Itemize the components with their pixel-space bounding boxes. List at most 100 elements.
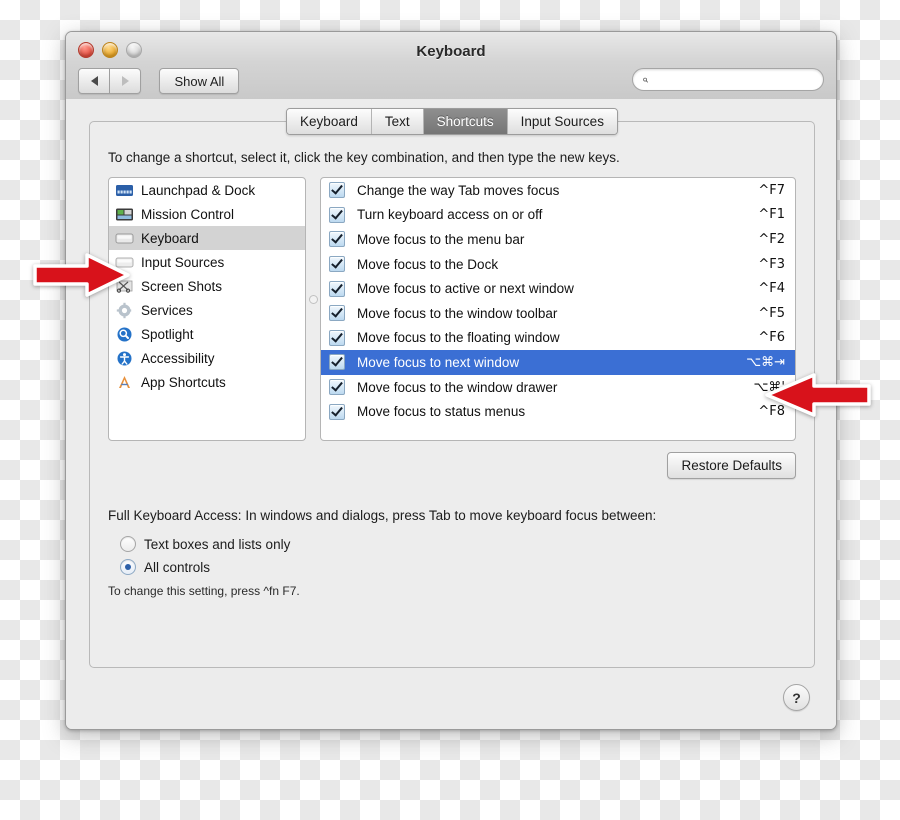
shortcuts-list[interactable]: Change the way Tab moves focus ^F7 Turn ke… <box>320 177 796 441</box>
shortcut-name: Move focus to status menus <box>357 404 526 420</box>
shortcut-name: Move focus to the Dock <box>357 256 499 272</box>
radio-all-controls[interactable]: All controls <box>120 559 210 575</box>
radio-label: Text boxes and lists only <box>144 536 291 552</box>
tab-text[interactable]: Text <box>371 109 424 134</box>
preferences-window: Keyboard Show All Keyboard Text Shortcut… <box>65 31 837 730</box>
sidebar-item-label: App Shortcuts <box>141 374 226 390</box>
sidebar-item-spotlight[interactable]: Spotlight <box>109 322 305 346</box>
window-body: Keyboard Text Shortcuts Input Sources To ch… <box>66 99 836 729</box>
tab-input-sources[interactable]: Input Sources <box>507 109 617 134</box>
shortcut-name: Move focus to the window drawer <box>357 379 558 395</box>
app-shortcuts-icon <box>119 375 130 388</box>
full-keyboard-access-label: Full Keyboard Access: In windows and dia… <box>108 508 657 523</box>
instructions-text: To change a shortcut, select it, click t… <box>108 150 620 165</box>
lists-area: Launchpad & Dock Mission Control Keyboard I… <box>108 177 796 441</box>
sidebar-item-label: Keyboard <box>141 230 199 246</box>
title-bar: Keyboard Show All <box>66 32 836 100</box>
nav-buttons <box>78 68 141 94</box>
shortcut-key-combination[interactable]: ⌥⌘⇥ <box>746 355 785 370</box>
shortcut-row-selected[interactable]: Move focus to next window ⌥⌘⇥ <box>321 350 795 375</box>
search-icon <box>643 77 648 82</box>
shortcut-key-combination[interactable]: ^F5 <box>758 306 785 321</box>
shortcut-checkbox[interactable] <box>329 182 345 199</box>
shortcut-name: Move focus to next window <box>357 354 520 370</box>
shortcut-checkbox[interactable] <box>329 403 345 420</box>
shortcut-row[interactable]: Turn keyboard access on or off ^F1 <box>321 203 795 228</box>
forward-button <box>110 68 141 94</box>
shortcut-name: Move focus to active or next window <box>357 281 574 297</box>
shortcut-row[interactable]: Move focus to status menus ^F8 <box>321 399 795 424</box>
shortcut-checkbox[interactable] <box>329 206 345 223</box>
shortcut-row[interactable]: Move focus to the floating window ^F6 <box>321 326 795 351</box>
shortcut-key-combination[interactable]: ^F4 <box>758 281 785 296</box>
sidebar-item-screen-shots[interactable]: Screen Shots <box>109 274 305 298</box>
shortcut-key-combination[interactable]: ^F1 <box>758 207 785 222</box>
radio-label: All controls <box>144 559 211 575</box>
chevron-left-icon <box>90 76 98 86</box>
shortcut-row[interactable]: Move focus to the window toolbar ^F5 <box>321 301 795 326</box>
show-all-button[interactable]: Show All <box>159 68 240 94</box>
sidebar-item-launchpad-dock[interactable]: Launchpad & Dock <box>109 178 305 202</box>
accessibility-icon <box>117 351 132 365</box>
shortcut-row[interactable]: Move focus to the menu bar ^F2 <box>321 227 795 252</box>
pane-divider-handle[interactable] <box>309 295 318 304</box>
help-button[interactable]: ? <box>783 684 810 711</box>
shortcut-checkbox[interactable] <box>329 280 345 297</box>
tab-shortcuts[interactable]: Shortcuts <box>423 109 508 134</box>
sidebar-item-label: Accessibility <box>141 350 215 366</box>
search-box[interactable] <box>632 68 824 91</box>
sidebar-item-label: Screen Shots <box>141 278 223 294</box>
window-title: Keyboard <box>416 43 486 60</box>
shortcut-key-combination[interactable]: ^F3 <box>758 257 785 272</box>
shortcut-key-combination[interactable]: ^F7 <box>758 183 785 198</box>
sidebar-item-input-sources[interactable]: Input Sources <box>109 250 305 274</box>
chevron-right-icon <box>121 76 129 86</box>
gear-icon <box>116 302 132 318</box>
annotation-arrow-pointing-left <box>765 373 871 417</box>
shortcut-row[interactable]: Move focus to the window drawer ⌥⌘' <box>321 375 795 400</box>
sidebar-item-label: Services <box>141 302 193 318</box>
shortcut-checkbox[interactable] <box>329 379 345 396</box>
tab-bar: Keyboard Text Shortcuts Input Sources <box>90 108 814 135</box>
toolbar: Show All <box>78 68 824 94</box>
sidebar-item-mission-control[interactable]: Mission Control <box>109 202 305 226</box>
shortcut-name: Move focus to the floating window <box>357 330 560 346</box>
shortcut-name: Move focus to the menu bar <box>357 231 525 247</box>
sidebar-item-label: Mission Control <box>141 206 235 222</box>
restore-defaults-button[interactable]: Restore Defaults <box>667 452 796 479</box>
shortcut-row[interactable]: Move focus to the Dock ^F3 <box>321 252 795 277</box>
sidebar-item-label: Launchpad & Dock <box>141 182 256 198</box>
sidebar-item-services[interactable]: Services <box>109 298 305 322</box>
category-sidebar[interactable]: Launchpad & Dock Mission Control Keyboard I… <box>108 177 306 441</box>
shortcut-name: Change the way Tab moves focus <box>357 182 560 198</box>
shortcut-checkbox[interactable] <box>329 231 345 248</box>
shortcut-name: Turn keyboard access on or off <box>357 207 543 223</box>
radio-text-boxes-and-lists[interactable]: Text boxes and lists only <box>120 536 290 552</box>
mission-control-icon <box>116 208 133 220</box>
sidebar-item-label: Spotlight <box>141 326 194 342</box>
shortcut-name: Move focus to the window toolbar <box>357 305 558 321</box>
keyboard-icon <box>115 233 134 243</box>
shortcut-key-combination[interactable]: ^F2 <box>758 232 785 247</box>
tab-keyboard[interactable]: Keyboard <box>287 109 372 134</box>
shortcut-checkbox[interactable] <box>329 354 345 371</box>
setting-note: To change this setting, press ^fn F7. <box>108 584 300 598</box>
annotation-arrow-pointing-right <box>33 253 130 297</box>
radio-button-unselected[interactable] <box>120 536 136 552</box>
shortcut-row[interactable]: Move focus to active or next window ^F4 <box>321 276 795 301</box>
sidebar-item-label: Input Sources <box>141 254 225 270</box>
spotlight-icon <box>117 327 132 341</box>
back-button[interactable] <box>78 68 110 94</box>
shortcut-checkbox[interactable] <box>329 329 345 346</box>
search-input[interactable] <box>654 71 813 88</box>
sidebar-item-app-shortcuts[interactable]: App Shortcuts <box>109 370 305 394</box>
shortcut-key-combination[interactable]: ^F6 <box>758 330 785 345</box>
preferences-pane: Keyboard Text Shortcuts Input Sources To ch… <box>89 108 815 668</box>
sidebar-item-accessibility[interactable]: Accessibility <box>109 346 305 370</box>
radio-button-selected[interactable] <box>120 559 136 575</box>
sidebar-item-keyboard[interactable]: Keyboard <box>109 226 305 250</box>
shortcut-checkbox[interactable] <box>329 256 345 273</box>
shortcut-checkbox[interactable] <box>329 305 345 322</box>
shortcut-row[interactable]: Change the way Tab moves focus ^F7 <box>321 178 795 203</box>
dock-icon <box>116 184 133 196</box>
